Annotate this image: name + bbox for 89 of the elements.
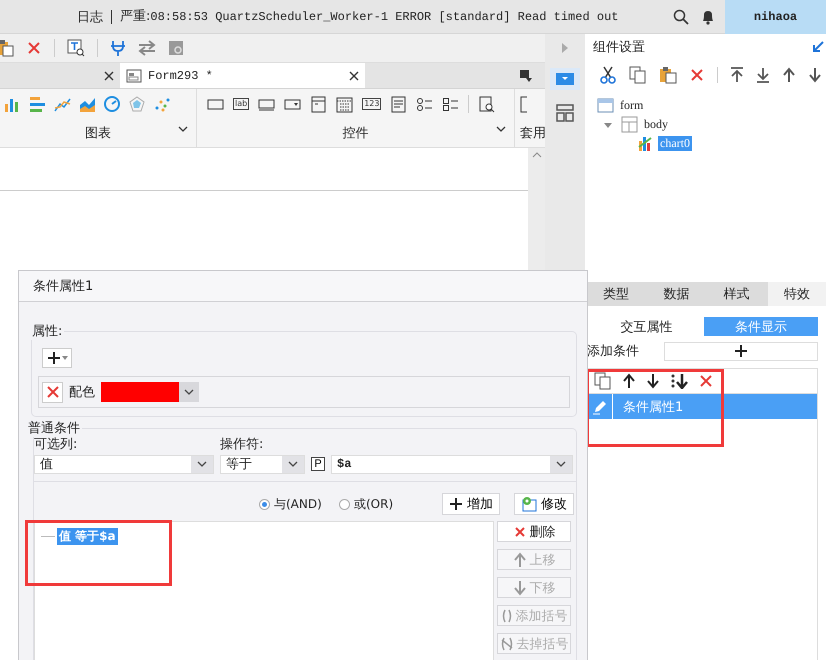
chevron-down-icon[interactable]: [178, 125, 188, 133]
move-down-icon[interactable]: [646, 373, 660, 389]
logic-radio[interactable]: 或(OR): [339, 496, 419, 512]
move-up-icon[interactable]: [622, 373, 636, 389]
dropdown-menu-icon[interactable]: [519, 69, 533, 83]
delete-icon[interactable]: [512, 524, 526, 538]
tree-item[interactable]: form: [618, 98, 646, 113]
form-icon: [126, 68, 142, 84]
text-search-icon[interactable]: [67, 39, 85, 57]
sub-tab[interactable]: 交互属性: [589, 317, 704, 336]
panel-widget-icon[interactable]: [519, 96, 527, 112]
plus-icon[interactable]: [449, 497, 463, 511]
column-select[interactable]: 值: [34, 454, 214, 474]
move-to-top-icon[interactable]: [730, 67, 744, 83]
scissors-icon[interactable]: [599, 66, 617, 84]
ribbon-group-label: 图表: [85, 125, 111, 142]
swap-arrows-icon[interactable]: [138, 40, 156, 56]
checkbox-group-widget-icon[interactable]: [442, 96, 460, 112]
delete-icon[interactable]: [689, 67, 705, 83]
section-title: 属性:: [31, 323, 64, 340]
search-icon[interactable]: [673, 8, 689, 24]
ribbon-group-label: 套用: [520, 125, 545, 142]
logic-radio[interactable]: 与(AND): [259, 496, 339, 512]
editor-tab[interactable]: Form293 *: [120, 63, 365, 88]
property-label: 配色: [69, 384, 95, 401]
scroll-up-icon[interactable]: [532, 152, 542, 158]
paste-icon[interactable]: [0, 39, 14, 57]
chevron-down-icon[interactable]: [556, 460, 566, 468]
chart-node-icon: [637, 135, 654, 152]
line-chart-icon[interactable]: [54, 96, 71, 112]
property-tab[interactable]: 特效: [768, 282, 826, 306]
horizontal-bar-chart-icon[interactable]: [29, 96, 46, 112]
move-to-bottom-icon[interactable]: [756, 67, 770, 83]
chevron-down-icon[interactable]: [184, 388, 194, 396]
section-title: 普通条件: [27, 420, 81, 437]
plus-icon[interactable]: [46, 351, 60, 365]
panel-widget-icon[interactable]: [310, 96, 328, 112]
add-button[interactable]: 增加: [442, 493, 500, 515]
chevron-down-icon[interactable]: [197, 460, 207, 468]
field-label: 可选列:: [34, 436, 78, 453]
panel-title: 组件设置: [593, 39, 645, 56]
dialog-title: 条件属性1: [33, 278, 94, 295]
delete-icon[interactable]: [26, 40, 42, 56]
arrow-up-icon[interactable]: [782, 67, 796, 83]
label-widget-icon[interactable]: lab: [233, 98, 250, 110]
copy-icon[interactable]: [629, 66, 647, 84]
field-label: 操作符:: [220, 436, 264, 453]
ribbon-group-label: 控件: [342, 125, 368, 142]
delete-icon[interactable]: [698, 373, 714, 389]
area-chart-icon[interactable]: [79, 96, 96, 112]
delete-button[interactable]: 删除: [497, 521, 571, 542]
severity-label: 严重:: [111, 10, 150, 24]
scatter-chart-icon[interactable]: [154, 96, 171, 112]
tree-item[interactable]: body: [642, 117, 670, 132]
number-widget-icon[interactable]: 123: [362, 98, 382, 110]
add-property-button[interactable]: [42, 348, 72, 368]
copy-icon[interactable]: [594, 372, 612, 390]
plug-icon[interactable]: [110, 39, 126, 57]
user-name[interactable]: nihaoa: [725, 0, 826, 34]
close-icon[interactable]: [349, 70, 359, 80]
bell-icon[interactable]: [701, 8, 715, 24]
move-last-icon[interactable]: [670, 373, 688, 389]
tab-title: Form293 *: [148, 68, 213, 82]
radio-group-widget-icon[interactable]: [416, 96, 434, 112]
form-node-icon: [597, 97, 614, 114]
edit-button[interactable]: 修改: [514, 493, 574, 515]
caret-icon: [62, 356, 68, 360]
operator-select[interactable]: 等于: [220, 454, 305, 474]
layout-icon[interactable]: [556, 104, 574, 122]
chevron-down-icon[interactable]: [496, 125, 506, 133]
log-message: 08:58:53 QuartzScheduler_Worker-1 ERROR [standard] Read timed out: [150, 10, 618, 24]
pencil-icon[interactable]: [592, 398, 608, 414]
parameter-button[interactable]: P: [311, 457, 325, 471]
gauge-icon[interactable]: [104, 96, 121, 112]
plus-icon[interactable]: [734, 344, 748, 358]
add-condition-label: 添加条件: [587, 343, 639, 360]
paste-icon[interactable]: [659, 66, 677, 84]
text-area-widget-icon[interactable]: [390, 96, 408, 112]
expand-arrow-icon[interactable]: [812, 41, 824, 53]
arrow-down-icon[interactable]: [808, 67, 822, 83]
body-node-icon: [621, 116, 638, 133]
calendar-widget-icon[interactable]: [336, 96, 354, 112]
dropdown-widget-icon[interactable]: [550, 68, 580, 90]
search-widget-icon[interactable]: [478, 96, 496, 112]
color-picker[interactable]: [101, 382, 199, 402]
close-icon[interactable]: [104, 70, 114, 80]
value-field[interactable]: $a: [331, 454, 573, 474]
chevron-down-icon[interactable]: [288, 460, 298, 468]
log-label[interactable]: 日志: [77, 8, 103, 26]
